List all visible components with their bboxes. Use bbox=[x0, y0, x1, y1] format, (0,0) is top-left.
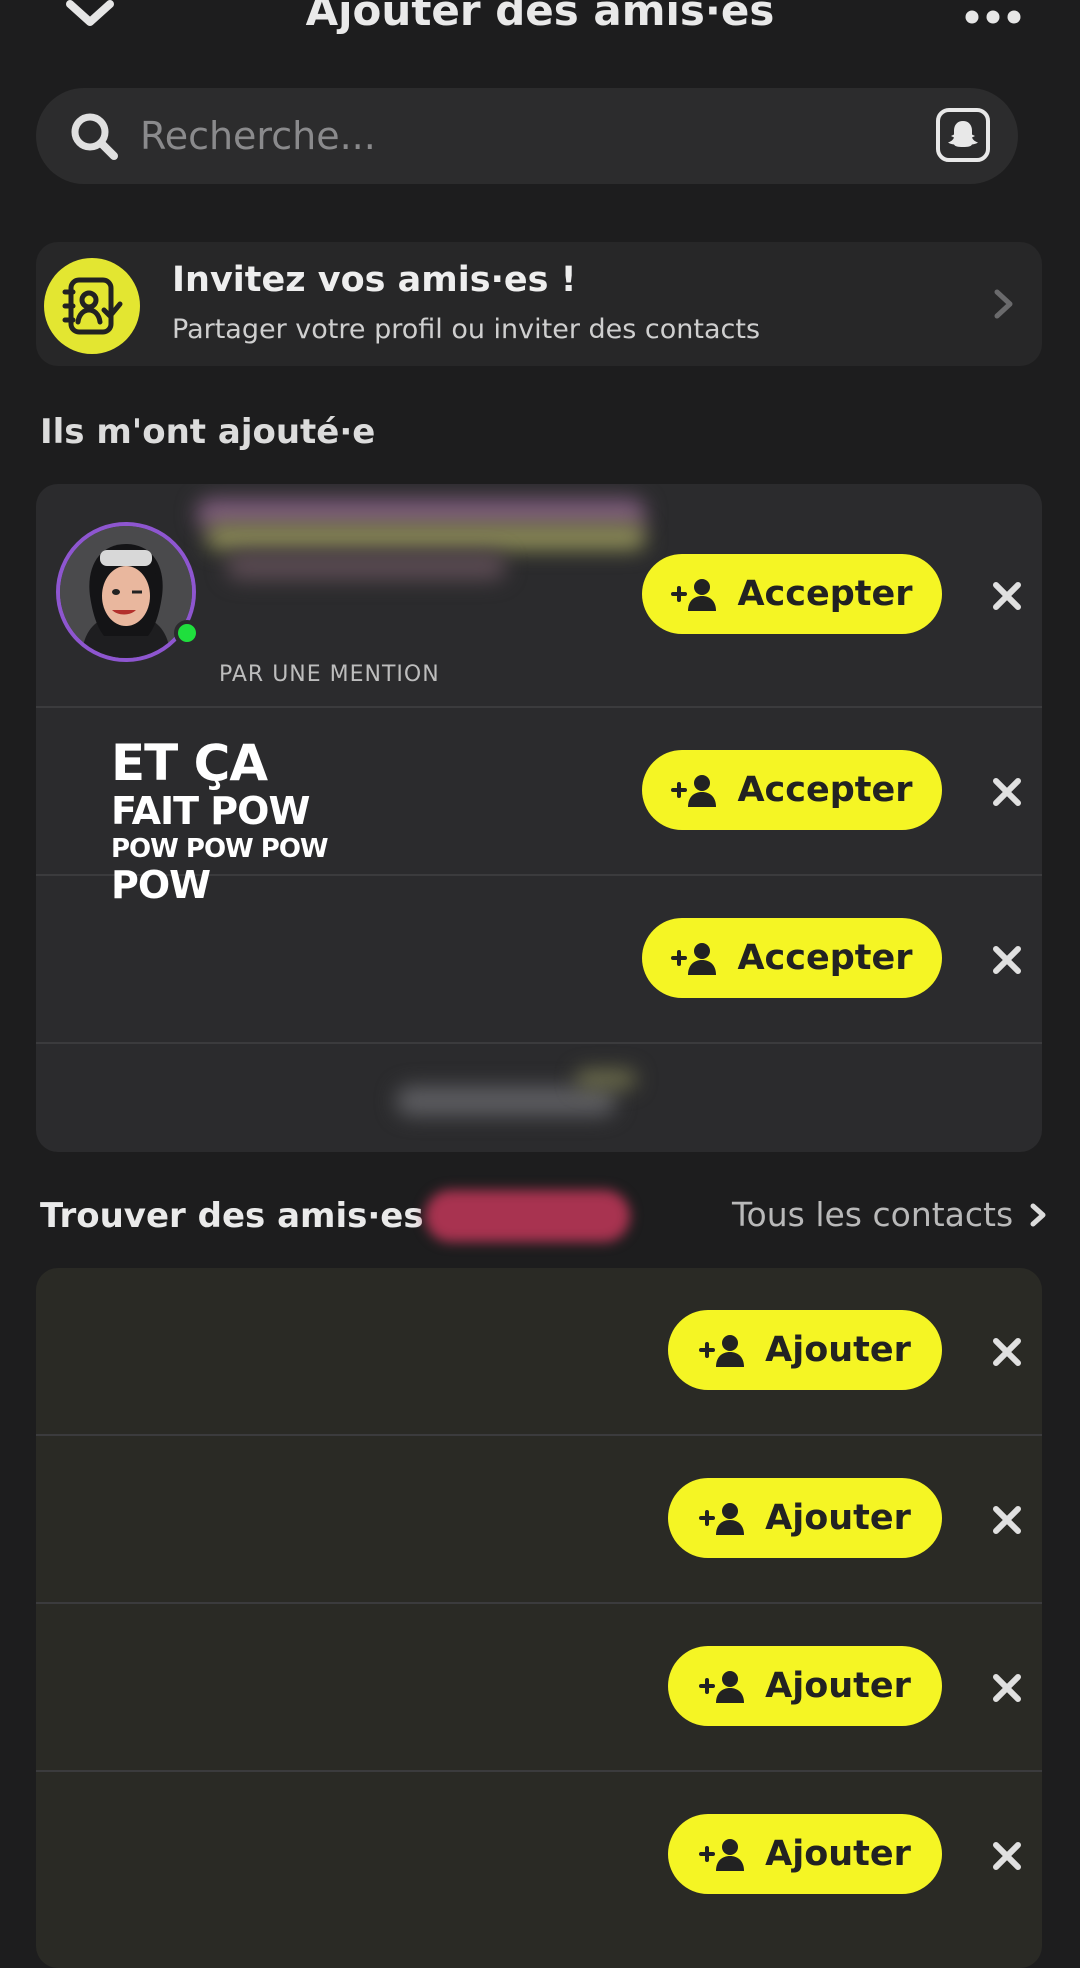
add-friend-icon bbox=[671, 775, 717, 807]
more-dots-icon bbox=[965, 10, 1021, 24]
all-contacts-label: Tous les contacts bbox=[732, 1195, 1014, 1234]
sticker-line-1: ET ÇA bbox=[111, 734, 268, 792]
list-item[interactable]: Ajouter bbox=[36, 1268, 1042, 1434]
blurred-bitmoji-name bbox=[226, 552, 506, 580]
add-button-label: Ajouter bbox=[765, 1666, 911, 1706]
add-button[interactable]: Ajouter bbox=[668, 1646, 942, 1726]
add-button[interactable]: Ajouter bbox=[668, 1310, 942, 1390]
friend-source-note: PAR UNE MENTION bbox=[219, 662, 440, 687]
accept-button[interactable]: Accepter bbox=[642, 918, 942, 998]
text-sticker: ET ÇA FAIT POW POW POW POW POW bbox=[111, 738, 411, 904]
sticker-line-3: POW POW POW bbox=[111, 834, 329, 864]
invite-friends-card[interactable]: Invitez vos amis·es ! Partager votre pro… bbox=[36, 242, 1042, 366]
contacts-book-icon bbox=[62, 277, 123, 335]
add-friend-icon bbox=[699, 1671, 745, 1703]
page-title: Ajouter des amis·es bbox=[305, 0, 775, 35]
dismiss-button[interactable] bbox=[990, 943, 1024, 977]
accept-button-label: Accepter bbox=[737, 938, 913, 978]
list-item[interactable]: Ajouter bbox=[36, 1772, 1042, 1938]
search-input[interactable] bbox=[140, 108, 840, 164]
add-button-label: Ajouter bbox=[765, 1498, 911, 1538]
list-item[interactable]: PAR UNE MENTION Accepter bbox=[36, 484, 1042, 706]
snapcode-icon bbox=[948, 121, 978, 147]
add-button-label: Ajouter bbox=[765, 1330, 911, 1370]
view-more-row[interactable] bbox=[36, 1044, 1042, 1152]
sticker-line-4: POW bbox=[111, 863, 211, 907]
bitmoji-avatar-icon bbox=[60, 526, 192, 658]
avatar[interactable] bbox=[56, 522, 196, 662]
add-friend-icon bbox=[671, 943, 717, 975]
all-contacts-link[interactable]: Tous les contacts bbox=[732, 1195, 1051, 1234]
snapcode-button[interactable] bbox=[936, 108, 990, 162]
add-friend-icon bbox=[699, 1839, 745, 1871]
find-friends-list: Ajouter Ajouter Ajouter Ajouter bbox=[36, 1268, 1042, 1968]
invite-title: Invitez vos amis·es ! bbox=[172, 260, 577, 300]
find-friends-title: Trouver des amis·es bbox=[40, 1196, 424, 1236]
accept-button[interactable]: Accepter bbox=[642, 750, 942, 830]
chevron-right-icon bbox=[1030, 1203, 1046, 1226]
blurred-username bbox=[206, 524, 646, 550]
accept-button[interactable]: Accepter bbox=[642, 554, 942, 634]
add-button-label: Ajouter bbox=[765, 1834, 911, 1874]
dismiss-button[interactable] bbox=[990, 1671, 1024, 1705]
added-me-title: Ils m'ont ajouté·e bbox=[40, 412, 376, 452]
search-bar[interactable] bbox=[36, 88, 1018, 184]
online-status-dot bbox=[174, 620, 200, 646]
accept-button-label: Accepter bbox=[737, 770, 913, 810]
dismiss-button[interactable] bbox=[990, 1335, 1024, 1369]
list-item[interactable]: Ajouter bbox=[36, 1436, 1042, 1602]
blurred-badge bbox=[576, 1070, 636, 1088]
search-icon bbox=[71, 113, 118, 160]
add-friend-icon bbox=[699, 1335, 745, 1367]
list-item[interactable]: Ajouter bbox=[36, 1604, 1042, 1770]
chevron-right-icon bbox=[994, 289, 1013, 319]
add-button[interactable]: Ajouter bbox=[668, 1478, 942, 1558]
dismiss-button[interactable] bbox=[990, 1839, 1024, 1873]
blurred-count-badge bbox=[425, 1190, 630, 1242]
dismiss-button[interactable] bbox=[990, 579, 1024, 613]
more-options-button[interactable] bbox=[962, 0, 1026, 34]
invite-icon-badge bbox=[44, 258, 140, 354]
dismiss-button[interactable] bbox=[990, 775, 1024, 809]
sticker-line-2: FAIT POW bbox=[111, 789, 310, 833]
dismiss-button[interactable] bbox=[990, 1503, 1024, 1537]
blurred-view-more bbox=[396, 1086, 616, 1116]
accept-button-label: Accepter bbox=[737, 574, 913, 614]
add-friend-icon bbox=[699, 1503, 745, 1535]
invite-subtitle: Partager votre profil ou inviter des con… bbox=[172, 314, 761, 345]
add-friend-icon bbox=[671, 579, 717, 611]
add-button[interactable]: Ajouter bbox=[668, 1814, 942, 1894]
